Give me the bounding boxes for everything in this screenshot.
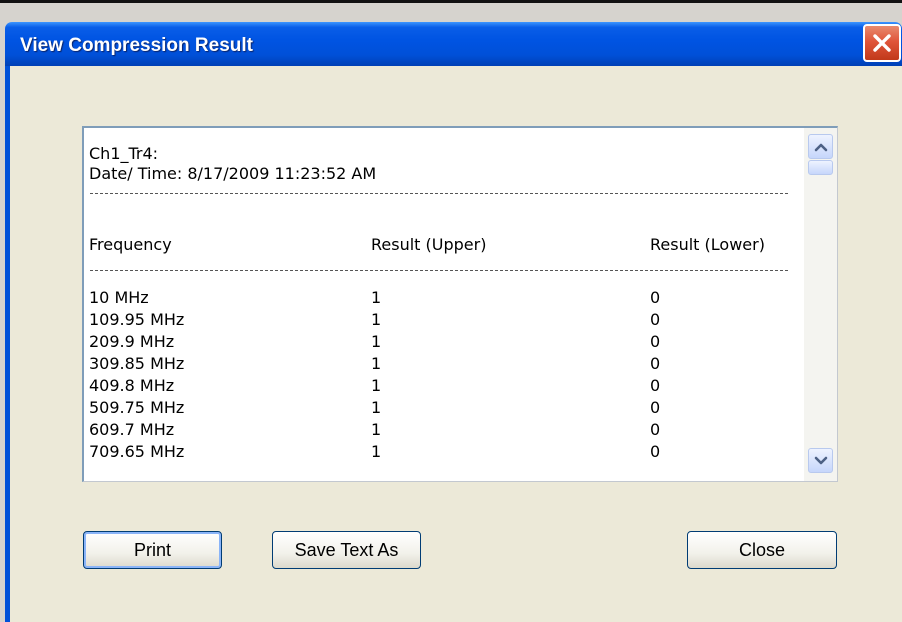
result-text-box[interactable]: Ch1_Tr4: Date/ Time: 8/17/2009 11:23:52 … bbox=[82, 126, 838, 482]
result-upper-cell: 1 bbox=[371, 376, 382, 395]
scroll-thumb[interactable] bbox=[808, 160, 833, 175]
result-upper-cell: 1 bbox=[371, 310, 382, 329]
result-upper-cell: 1 bbox=[371, 332, 382, 351]
frequency-cell: 409.8 MHz bbox=[89, 376, 175, 395]
chevron-up-icon bbox=[814, 143, 828, 152]
print-button[interactable]: Print bbox=[83, 531, 222, 569]
column-header-result-lower: Result (Lower) bbox=[650, 235, 765, 254]
datetime-label: Date/ Time: 8/17/2009 11:23:52 AM bbox=[89, 164, 377, 183]
close-button[interactable]: Close bbox=[687, 531, 837, 569]
frequency-cell: 109.95 MHz bbox=[89, 310, 185, 329]
frequency-cell: 609.7 MHz bbox=[89, 420, 175, 439]
result-lower-cell: 0 bbox=[650, 310, 661, 329]
vertical-scrollbar[interactable] bbox=[804, 128, 837, 481]
result-lower-cell: 0 bbox=[650, 376, 661, 395]
result-upper-cell: 1 bbox=[371, 420, 382, 439]
scroll-up-button[interactable] bbox=[808, 134, 833, 159]
result-lower-cell: 0 bbox=[650, 442, 661, 461]
frequency-cell: 509.75 MHz bbox=[89, 398, 185, 417]
result-lower-cell: 0 bbox=[650, 354, 661, 373]
save-text-as-button[interactable]: Save Text As bbox=[272, 531, 421, 569]
window-title: View Compression Result bbox=[20, 35, 253, 56]
column-header-result-upper: Result (Upper) bbox=[371, 235, 487, 254]
frequency-cell: 10 MHz bbox=[89, 288, 149, 307]
result-lower-cell: 0 bbox=[650, 288, 661, 307]
frequency-cell: 209.9 MHz bbox=[89, 332, 175, 351]
result-lower-cell: 0 bbox=[650, 420, 661, 439]
frequency-cell: 709.65 MHz bbox=[89, 442, 185, 461]
result-lower-cell: 0 bbox=[650, 398, 661, 417]
separator-line bbox=[90, 270, 788, 271]
close-window-button[interactable] bbox=[863, 24, 901, 62]
result-lower-cell: 0 bbox=[650, 332, 661, 351]
close-icon bbox=[873, 34, 891, 52]
result-upper-cell: 1 bbox=[371, 354, 382, 373]
separator-line bbox=[90, 193, 788, 194]
column-header-frequency: Frequency bbox=[89, 235, 172, 254]
scroll-down-button[interactable] bbox=[808, 448, 833, 473]
result-text-content: Ch1_Tr4: Date/ Time: 8/17/2009 11:23:52 … bbox=[84, 128, 804, 481]
result-upper-cell: 1 bbox=[371, 288, 382, 307]
frequency-cell: 309.85 MHz bbox=[89, 354, 185, 373]
chevron-down-icon bbox=[814, 456, 828, 465]
channel-label: Ch1_Tr4: bbox=[89, 144, 159, 163]
result-upper-cell: 1 bbox=[371, 398, 382, 417]
result-upper-cell: 1 bbox=[371, 442, 382, 461]
